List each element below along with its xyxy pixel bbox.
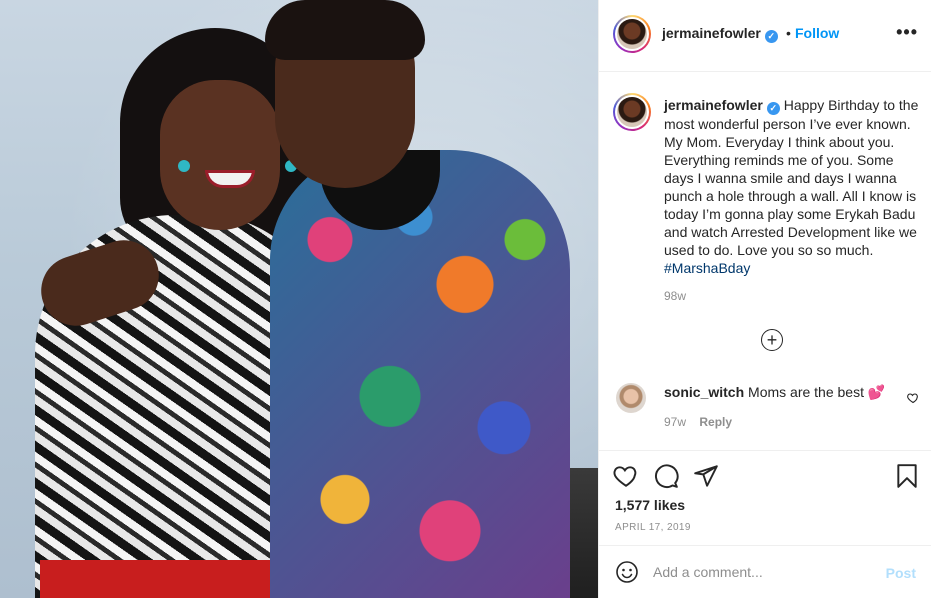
verified-badge-icon: ✓ [764,30,778,43]
post-caption: jermainefowler ✓ Happy Birthday to the mo… [664,96,919,277]
plus-circle-icon: + [766,329,778,350]
emoji-icon[interactable] [615,560,639,584]
caption-author-avatar[interactable] [613,93,651,131]
author-username[interactable]: jermainefowler ✓ [662,25,778,43]
comment-meta: 97w Reply [664,415,732,429]
share-send-icon[interactable] [693,463,719,489]
comment-text: Moms are the best [748,384,864,400]
add-comment-input[interactable] [653,558,873,586]
post-side-panel: jermainefowler ✓ • Follow ••• jermainefow… [598,0,931,598]
post-photo[interactable] [0,0,598,598]
author-avatar[interactable] [613,15,651,53]
comment-reply-button[interactable]: Reply [699,415,732,429]
comment-bubble-icon[interactable] [653,463,679,489]
save-bookmark-icon[interactable] [894,463,920,489]
follow-button[interactable]: Follow [795,25,839,41]
caption-hashtag[interactable]: #MarshaBday [664,260,750,276]
more-options-icon[interactable]: ••• [896,22,918,43]
caption-text: Happy Birthday to the most wonderful per… [664,97,919,258]
photo-woman-face [160,80,280,230]
comment-like-heart-icon[interactable] [907,392,919,404]
separator-dot: • [786,25,791,41]
add-comment-bar: Post [599,545,931,598]
commenter-avatar[interactable] [616,383,646,413]
photo-earring-left [178,160,190,172]
like-heart-icon[interactable] [613,463,639,489]
post-comment-button[interactable]: Post [886,565,916,581]
comment-body: sonic_witch Moms are the best 💕 [664,384,885,401]
caption-verified-badge-icon: ✓ [766,102,780,115]
caption-timestamp[interactable]: 98w [664,289,686,303]
comment-emoji: 💕 [867,384,886,400]
author-username-text[interactable]: jermainefowler [662,25,761,41]
photo-woman-red-skirt [40,560,290,598]
photo-man-floral-jacket [270,150,570,598]
load-more-comments-button[interactable]: + [761,329,783,351]
post-header: jermainefowler ✓ • Follow ••• [599,0,931,72]
post-date[interactable]: APRIL 17, 2019 [615,522,691,533]
author-avatar-image [617,19,647,49]
comment-timestamp[interactable]: 97w [664,415,686,429]
commenter-username[interactable]: sonic_witch [664,384,744,400]
caption-author-avatar-image [617,97,647,127]
caption-username[interactable]: jermainefowler [664,97,763,113]
likes-count[interactable]: 1,577 likes [615,497,685,513]
photo-man-hair [265,0,425,60]
